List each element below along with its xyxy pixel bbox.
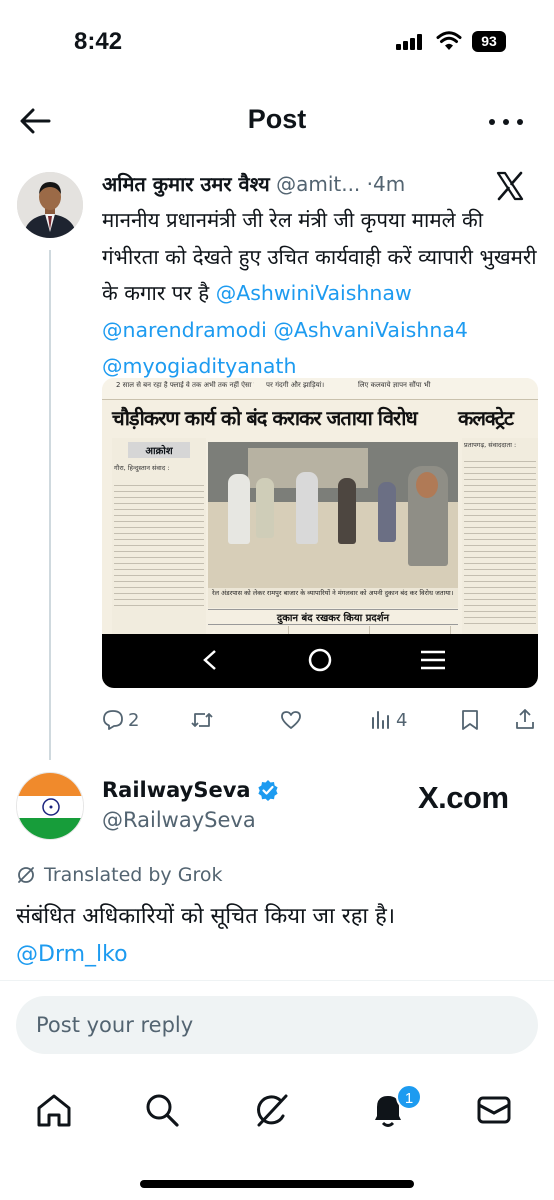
mention-link[interactable]: @AshvaniVaishna4 <box>273 318 468 342</box>
repost-action[interactable] <box>190 705 218 735</box>
views-chart-icon <box>372 711 389 729</box>
newspaper-subheading: दुकान बंद रखकर किया प्रदर्शन <box>208 609 458 625</box>
reply-bubble-icon <box>103 710 123 730</box>
battery-indicator: 93 <box>472 31 506 52</box>
translated-label: Translated by Grok <box>44 864 223 886</box>
top-header: Post <box>0 94 554 150</box>
heart-icon <box>281 711 301 729</box>
chevron-left-icon <box>203 650 216 670</box>
repost-icon <box>191 713 213 727</box>
newspaper-headline: चौड़ीकरण कार्य को बंद कराकर जताया विरोध <box>112 406 418 430</box>
thread-connector-line <box>49 250 51 760</box>
mention-link[interactable]: @myogiadityanath <box>102 354 296 378</box>
railwayseva-avatar[interactable] <box>16 772 84 840</box>
notification-badge: 1 <box>396 1084 422 1110</box>
newspaper-side-headline: कलक्ट्रेट <box>458 406 514 430</box>
status-time: 8:42 <box>74 28 123 55</box>
circle-icon <box>308 648 332 672</box>
mention-link[interactable]: @narendramodi <box>102 318 267 342</box>
reply-author-name[interactable]: RailwaySeva <box>102 778 251 802</box>
post-time: 4m <box>373 172 406 196</box>
share-icon[interactable] <box>514 708 536 730</box>
grok-icon <box>18 867 34 883</box>
reply-body: संबंधित अधिकारियों को सूचित किया जा रहा … <box>16 898 536 974</box>
translated-by-grok[interactable]: Translated by Grok <box>16 864 222 886</box>
reply-author-handle[interactable]: @RailwaySeva <box>102 808 256 832</box>
grok-icon[interactable] <box>250 1088 294 1132</box>
views-action[interactable]: 4 <box>370 705 407 735</box>
views-count: 4 <box>396 709 408 731</box>
verified-badge-icon <box>257 780 278 801</box>
reply-input[interactable] <box>16 996 538 1054</box>
mention-link[interactable]: @AshwiniVaishnaw <box>216 281 412 305</box>
bookmark-icon[interactable] <box>460 709 480 731</box>
page-title: Post <box>247 104 307 134</box>
reply-author[interactable]: RailwaySeva <box>102 778 279 802</box>
messages-envelope-icon[interactable] <box>472 1088 516 1132</box>
x-com-source-label: X.com <box>418 780 509 815</box>
reply-text: संबंधित अधिकारियों को सूचित किया जा रहा … <box>16 904 396 929</box>
newspaper-right-dateline: प्रतापगढ़, संवाददाता : <box>464 441 517 449</box>
reply-count: 2 <box>128 709 140 731</box>
cellular-signal-icon <box>396 34 424 50</box>
x-logo-icon <box>496 171 524 201</box>
home-indicator[interactable] <box>140 1180 414 1188</box>
newspaper-top-snippet: 2 साल से बन रहा है फ्लाई वे तक अभी तक नह… <box>116 381 254 389</box>
newspaper-top-snippet: पर गंदगी और झाड़ियां। <box>266 381 325 389</box>
bottom-navigation <box>0 1080 554 1140</box>
post-meta: अमित कुमार उमर वैश्य @amit... ·4m <box>102 170 462 200</box>
mention-link[interactable]: @Drm_lko <box>16 942 128 967</box>
wifi-icon <box>436 31 462 50</box>
more-options-icon[interactable] <box>486 106 526 136</box>
newspaper-dateline: गौरा, हिन्दुस्तान संवाद : <box>114 464 170 472</box>
newspaper-section-label: आक्रोश <box>128 442 190 458</box>
like-action[interactable] <box>280 705 306 735</box>
phone-navbar-strip <box>102 634 538 688</box>
newspaper-top-snippet: लिए कलवाये ज्ञापन सौंपा भी <box>358 381 431 389</box>
home-icon[interactable] <box>32 1088 76 1132</box>
status-bar: 8:42 93 <box>0 0 554 86</box>
post-body: माननीय प्रधानमंत्री जी रेल मंत्री जी कृप… <box>102 202 542 385</box>
author-handle[interactable]: @amit... <box>276 172 360 196</box>
author-name[interactable]: अमित कुमार उमर वैश्य <box>102 172 270 196</box>
reply-action[interactable]: 2 <box>102 705 139 735</box>
post-image-newspaper-clipping[interactable]: 2 साल से बन रहा है फ्लाई वे तक अभी तक नह… <box>102 378 538 688</box>
divider <box>0 980 554 981</box>
newspaper-photo-caption: रेल अंडरपास को लेकर रामपुर बाजार के व्या… <box>208 588 458 608</box>
search-icon[interactable] <box>140 1088 184 1132</box>
newspaper-photo <box>208 442 458 588</box>
author-avatar[interactable] <box>17 172 83 238</box>
post-action-bar: 2 4 <box>102 705 538 735</box>
menu-lines-icon <box>421 650 445 670</box>
